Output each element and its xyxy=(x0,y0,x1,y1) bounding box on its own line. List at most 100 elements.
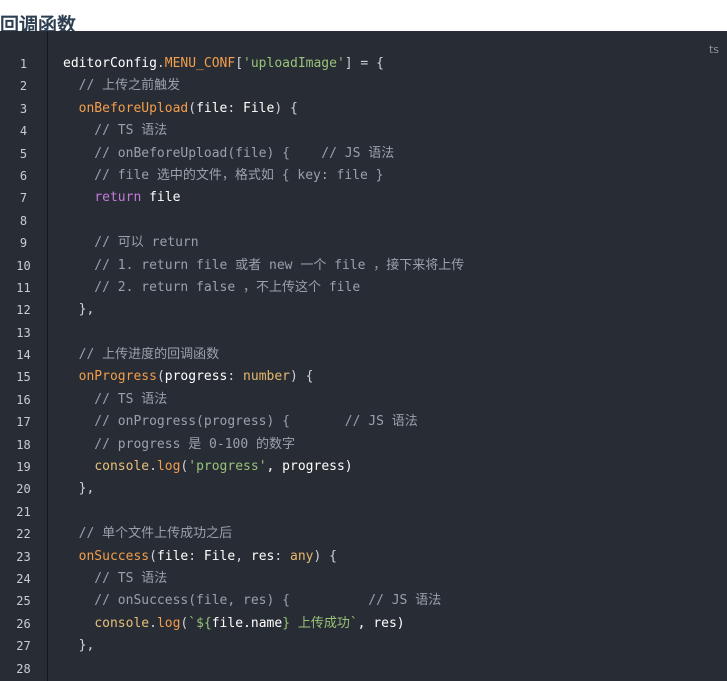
code-token: . xyxy=(156,56,165,71)
code-token: // TS 语法 xyxy=(63,391,168,407)
code-token: // file 选中的文件，格式如 { key: file } xyxy=(63,167,384,183)
code-line: // 上传进度的回调函数 xyxy=(63,344,727,366)
code-line: // TS 语法 xyxy=(63,389,727,411)
code-token: . xyxy=(149,615,157,631)
code-token: : xyxy=(274,548,291,564)
code-line: editorConfig.MENU_CONF['uploadImage'] = … xyxy=(63,53,727,75)
code-token: file xyxy=(196,100,228,116)
code-token: onProgress xyxy=(78,369,157,385)
code-token: ( xyxy=(188,100,197,116)
code-line: // onSuccess(file, res) { // JS 语法 xyxy=(63,590,727,612)
line-number-gutter: 1 2 3 4 5 6 7 8 9 10 11 12 13 14 15 16 17 18 19 20 21 22 23 24 2… xyxy=(0,31,48,681)
code-line: console.log(`${file.name} 上传成功`, res) xyxy=(63,613,727,635)
code-token: // 2. return false ，不上传这个 file xyxy=(63,279,361,295)
code-line: // onProgress(progress) { // JS 语法 xyxy=(63,411,727,433)
code-line: // 单个文件上传成功之后 xyxy=(63,523,727,545)
line-number: 23 xyxy=(16,549,31,564)
code-line: onProgress(progress: number) { xyxy=(63,366,727,388)
line-number: 12 xyxy=(16,303,31,318)
line-number: 16 xyxy=(16,392,31,407)
code-line: // 1. return file 或者 new 一个 file ，接下来将上传 xyxy=(63,255,727,277)
code-token: . xyxy=(149,459,157,475)
code-token: File xyxy=(203,548,236,564)
code-token: } 上传成功` xyxy=(282,615,358,631)
code-token: editorConfig xyxy=(63,56,157,71)
code-token: // TS 语法 xyxy=(63,570,168,586)
code-token: // onSuccess(file, res) { // JS 语法 xyxy=(63,593,442,609)
code-token: ) { xyxy=(313,548,337,564)
line-number: 5 xyxy=(19,146,28,161)
code-token: : xyxy=(227,369,244,385)
code-token: , xyxy=(235,548,251,564)
code-line: // 2. return false ，不上传这个 file xyxy=(63,277,727,299)
line-number: 17 xyxy=(16,415,31,430)
code-line: }, xyxy=(63,635,727,657)
code-token: // onBeforeUpload(file) { // JS 语法 xyxy=(63,145,395,161)
line-number: 18 xyxy=(16,437,31,452)
code-line: // onBeforeUpload(file) { // JS 语法 xyxy=(63,143,727,165)
code-token: // 单个文件上传成功之后 xyxy=(63,526,233,542)
code-token: log xyxy=(156,615,181,631)
code-token: return xyxy=(94,190,142,206)
line-number: 28 xyxy=(16,661,31,676)
code-token: }, xyxy=(63,638,95,654)
code-token: ) { xyxy=(274,100,298,116)
code-block[interactable]: ts 1 2 3 4 5 6 7 8 9 10 11 12 13 14 15 16 17 18 19 20 21 22 23… xyxy=(0,31,727,681)
code-token: onBeforeUpload xyxy=(78,100,189,116)
line-number: 25 xyxy=(16,594,31,609)
code-token: res xyxy=(250,548,275,564)
line-number: 9 xyxy=(19,236,28,251)
code-line: // 上传之前触发 xyxy=(63,75,727,97)
code-token: console xyxy=(94,459,150,475)
code-token: // 可以 return xyxy=(63,235,199,251)
code-token: `${ xyxy=(188,615,212,631)
line-number: 14 xyxy=(16,348,31,363)
code-token: file xyxy=(141,190,181,206)
code-token: // 1. return file 或者 new 一个 file ，接下来将上传 xyxy=(63,257,465,273)
code-line: return file xyxy=(63,187,727,209)
line-number: 2 xyxy=(19,79,28,94)
line-number: 11 xyxy=(16,280,31,295)
line-number: 15 xyxy=(16,370,31,385)
code-token: ( xyxy=(149,548,157,564)
code-line: console.log('progress', progress) xyxy=(63,456,727,478)
line-number: 1 xyxy=(19,57,28,71)
code-token: }, xyxy=(63,302,95,318)
code-token: log xyxy=(156,459,181,475)
line-number: 4 xyxy=(19,124,28,139)
code-token: 'progress' xyxy=(188,459,267,475)
line-number: 24 xyxy=(16,571,31,586)
code-token: console xyxy=(94,615,150,631)
code-line: // progress 是 0-100 的数字 xyxy=(63,434,727,456)
line-number: 21 xyxy=(16,504,31,519)
code-token: // progress 是 0-100 的数字 xyxy=(63,436,296,452)
code-token: [ xyxy=(235,56,244,71)
code-token: // onProgress(progress) { // JS 语法 xyxy=(63,414,418,430)
code-token: // TS 语法 xyxy=(63,123,168,139)
line-number: 6 xyxy=(19,168,28,183)
code-line: }, xyxy=(63,299,727,321)
code-token: any xyxy=(290,548,314,564)
line-number: 19 xyxy=(16,460,31,475)
code-token: , progress) xyxy=(266,459,353,475)
code-token: 'uploadImage' xyxy=(243,56,345,71)
line-numbers: 1 2 3 4 5 6 7 8 9 10 11 12 13 14 15 16 17 18 19 20 21 22 23 24 2… xyxy=(0,53,47,680)
code-token: file xyxy=(156,548,189,564)
code-token: : xyxy=(188,548,204,564)
code-line: // TS 语法 xyxy=(63,568,727,590)
code-token: ] = { xyxy=(344,56,384,71)
code-token: // 上传之前触发 xyxy=(63,78,181,94)
code-token: // 上传进度的回调函数 xyxy=(63,347,220,363)
line-number: 13 xyxy=(16,325,31,340)
code-token: number xyxy=(243,369,291,385)
line-number: 20 xyxy=(16,482,31,497)
code-lines[interactable]: editorConfig.MENU_CONF['uploadImage'] = … xyxy=(63,53,727,680)
